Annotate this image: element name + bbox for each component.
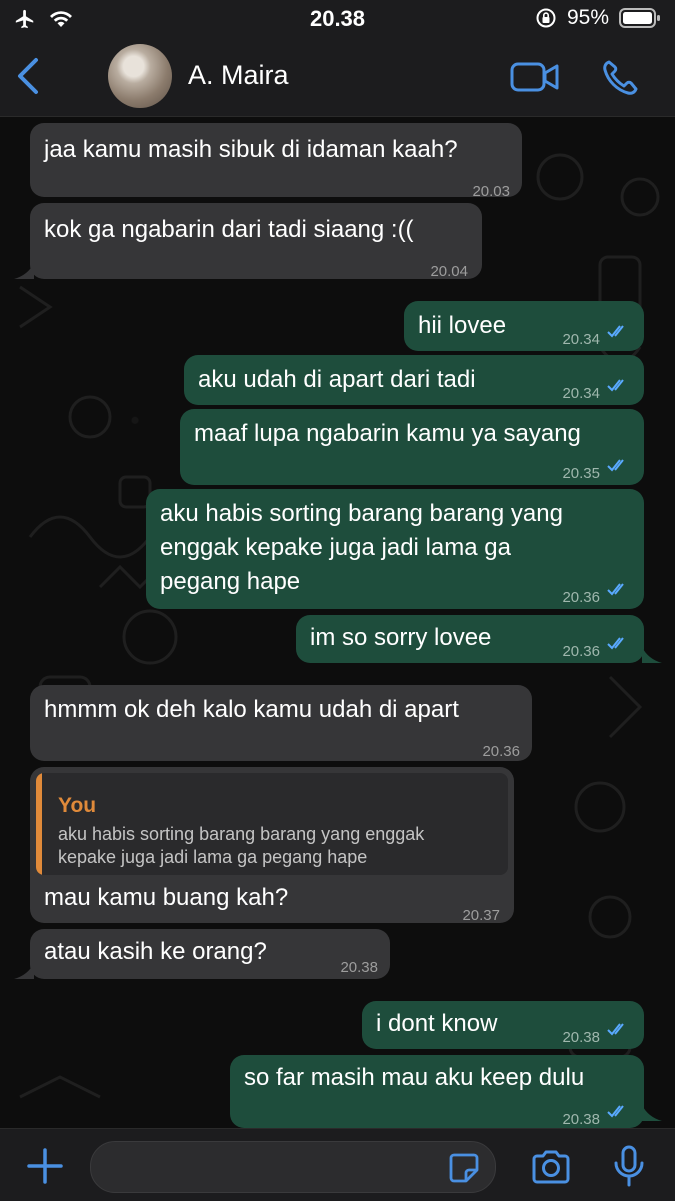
avatar[interactable] [108, 44, 172, 108]
quoted-message[interactable]: You aku habis sorting barang barang yang… [36, 773, 508, 875]
back-chevron-icon[interactable] [14, 56, 44, 96]
message-incoming[interactable]: atau kasih ke orang? 20.38 [30, 929, 390, 979]
message-text: hmmm ok deh kalo kamu udah di apart [44, 696, 459, 723]
message-text: so far masih mau aku keep dulu [244, 1064, 585, 1091]
microphone-icon[interactable] [612, 1145, 646, 1187]
message-incoming-reply[interactable]: You aku habis sorting barang barang yang… [30, 767, 514, 924]
message-text: aku udah di apart dari tadi [198, 366, 476, 393]
message-text-line: enggak kepake juga jadi lama ga [160, 534, 511, 561]
message-time: 20.35 [562, 465, 600, 482]
message-time: 20.36 [482, 743, 520, 760]
message-composer [0, 1128, 675, 1201]
message-text: hii lovee [418, 312, 507, 339]
quote-text-line: kepake juga jadi lama ga pegang hape [58, 847, 368, 867]
message-text: i dont know [376, 1010, 498, 1037]
message-outgoing[interactable]: so far masih mau aku keep dulu 20.38 [230, 1055, 644, 1128]
chat-header: A. Maira [0, 38, 675, 117]
sticker-icon[interactable] [448, 1152, 480, 1184]
quote-text-line: aku habis sorting barang barang yang eng… [58, 824, 425, 844]
status-right: 95% [535, 6, 661, 30]
message-outgoing[interactable]: aku habis sorting barang barang yang eng… [146, 489, 644, 609]
message-incoming[interactable]: jaa kamu masih sibuk di idaman kaah? 20.… [30, 123, 522, 200]
camera-icon[interactable] [530, 1149, 572, 1185]
message-text: kok ga ngabarin dari tadi siaang :(( [44, 216, 414, 243]
plus-icon[interactable] [26, 1147, 64, 1185]
read-ticks-icon [607, 459, 624, 472]
message-outgoing[interactable]: aku udah di apart dari tadi 20.34 [184, 355, 644, 405]
read-ticks-icon [607, 325, 624, 338]
message-text-line: aku habis sorting barang barang yang [160, 500, 563, 527]
read-ticks-icon [607, 583, 624, 596]
bubble-tail [642, 647, 662, 663]
orientation-lock-icon [536, 8, 556, 28]
message-text: jaa kamu masih sibuk di idaman kaah? [44, 136, 458, 163]
read-ticks-icon [607, 1105, 624, 1118]
status-bar: 20.38 95% [0, 0, 675, 38]
message-incoming[interactable]: hmmm ok deh kalo kamu udah di apart 20.3… [30, 685, 532, 761]
message-time: 20.38 [562, 1029, 600, 1046]
message-outgoing[interactable]: hii lovee 20.34 [404, 301, 644, 351]
message-time: 20.34 [562, 331, 600, 348]
message-time: 20.34 [562, 385, 600, 402]
message-text: im so sorry lovee [310, 624, 492, 651]
message-text: atau kasih ke orang? [44, 938, 267, 965]
bubble-tail [14, 963, 34, 979]
message-time: 20.38 [562, 1111, 600, 1128]
message-outgoing[interactable]: i dont know 20.38 [362, 1001, 644, 1049]
message-outgoing[interactable]: im so sorry lovee 20.36 [296, 615, 644, 663]
message-time: 20.37 [462, 907, 500, 924]
message-outgoing[interactable]: maaf lupa ngabarin kamu ya sayang 20.35 [180, 409, 644, 485]
message-text-line: pegang hape [160, 568, 301, 595]
message-incoming[interactable]: kok ga ngabarin dari tadi siaang :(( 20.… [30, 203, 482, 280]
chat-area[interactable]: jaa kamu masih sibuk di idaman kaah? 20.… [0, 117, 675, 1128]
quote-accent-bar [36, 773, 42, 875]
message-time: 20.38 [340, 959, 378, 976]
message-time: 20.36 [562, 643, 600, 660]
message-time: 20.36 [562, 589, 600, 606]
message-time: 20.04 [430, 263, 468, 280]
contact-name[interactable]: A. Maira [188, 60, 289, 91]
read-ticks-icon [607, 1023, 624, 1036]
bubble-tail [14, 263, 34, 279]
phone-icon[interactable] [600, 58, 640, 98]
read-ticks-icon [607, 379, 624, 392]
read-ticks-icon [607, 637, 624, 650]
video-call-icon[interactable] [510, 60, 560, 94]
message-time: 20.03 [472, 183, 510, 200]
bubble-tail [642, 1105, 662, 1121]
message-text: maaf lupa ngabarin kamu ya sayang [194, 420, 581, 447]
message-text: mau kamu buang kah? [44, 884, 289, 911]
quote-author: You [58, 794, 97, 817]
battery-percentage: 95% [566, 6, 609, 29]
message-input[interactable] [90, 1141, 496, 1193]
battery-icon [619, 8, 660, 28]
